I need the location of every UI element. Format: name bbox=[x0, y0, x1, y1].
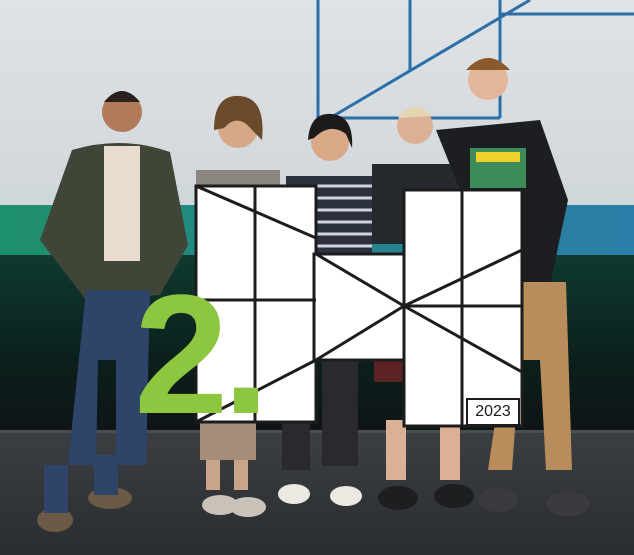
board-year-label: 2023 bbox=[466, 398, 520, 426]
place-number: 2. bbox=[134, 260, 270, 450]
stage-photo: 2. 2023 bbox=[0, 0, 634, 555]
people-group bbox=[37, 58, 590, 532]
